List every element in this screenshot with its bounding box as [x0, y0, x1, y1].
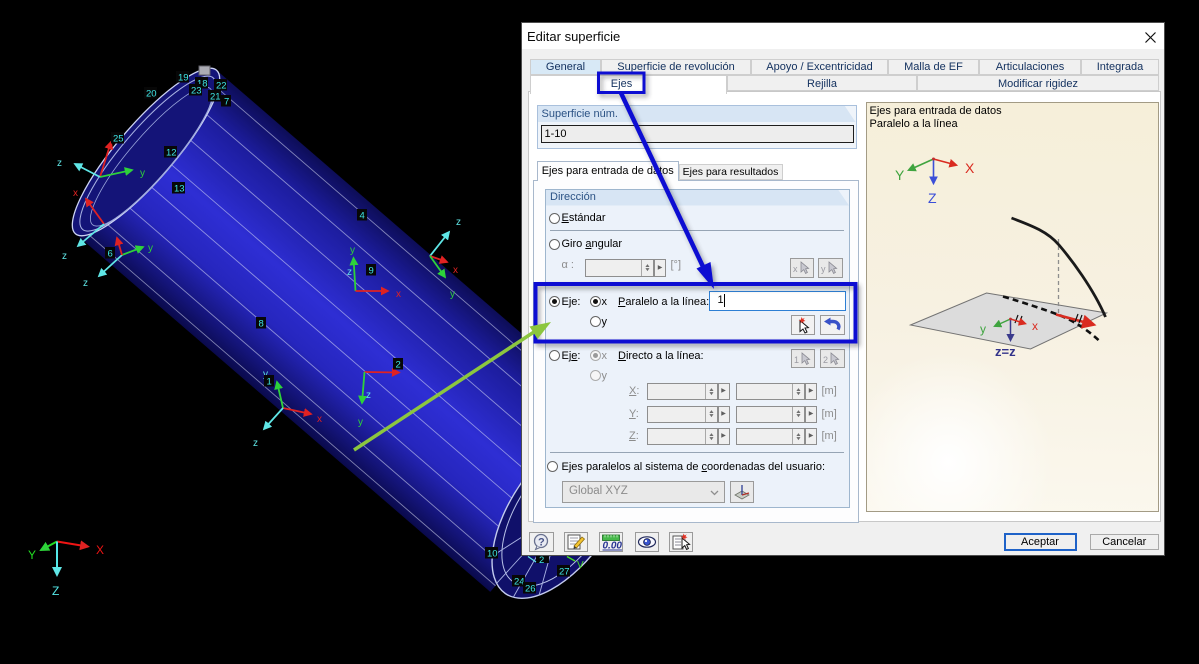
svg-text:20: 20 — [146, 89, 157, 100]
svg-text:y: y — [148, 243, 153, 254]
svg-text:Y: Y — [895, 167, 905, 183]
svg-text:X: X — [96, 543, 104, 557]
svg-text:z: z — [253, 438, 258, 449]
svg-text:x: x — [396, 289, 401, 300]
svg-text:2: 2 — [539, 555, 544, 566]
svg-text:x: x — [793, 264, 798, 274]
svg-text:z: z — [456, 217, 461, 228]
svg-text:X: X — [965, 160, 975, 176]
svg-text:y: y — [358, 417, 363, 428]
svg-text:x: x — [73, 188, 78, 199]
svg-text:0.00: 0.00 — [603, 541, 623, 552]
svg-text:z=z: z=z — [995, 344, 1016, 359]
svg-text:2: 2 — [396, 360, 401, 371]
svg-text:4: 4 — [360, 211, 365, 222]
svg-text:z: z — [62, 251, 67, 262]
svg-text:12: 12 — [166, 148, 177, 159]
svg-text:10: 10 — [487, 549, 498, 560]
svg-text:Z: Z — [928, 190, 937, 206]
svg-text:7: 7 — [224, 97, 229, 108]
svg-text:z: z — [83, 278, 88, 289]
svg-text:y: y — [350, 245, 355, 256]
svg-text:x: x — [1032, 319, 1038, 333]
svg-text:z: z — [366, 390, 371, 401]
svg-text:25: 25 — [113, 134, 124, 145]
svg-text:x: x — [317, 414, 322, 425]
svg-text:z: z — [57, 158, 62, 169]
svg-text:19: 19 — [178, 73, 189, 84]
svg-text:Z: Z — [52, 584, 59, 598]
svg-text:9: 9 — [369, 266, 374, 277]
svg-text:22: 22 — [216, 81, 227, 92]
svg-text:24: 24 — [514, 577, 525, 588]
svg-text:x: x — [453, 265, 458, 276]
svg-text:23: 23 — [191, 86, 202, 97]
svg-text:6: 6 — [108, 249, 113, 260]
svg-text:Y: Y — [28, 548, 36, 562]
svg-text:y: y — [821, 264, 826, 274]
svg-text:z: z — [347, 267, 352, 278]
svg-text:13: 13 — [174, 184, 185, 195]
svg-text:y: y — [140, 168, 145, 179]
svg-text:1: 1 — [794, 355, 799, 365]
svg-text:2: 2 — [823, 355, 828, 365]
svg-text:y: y — [980, 322, 986, 336]
svg-text:8: 8 — [259, 319, 264, 330]
svg-text:y: y — [450, 289, 455, 300]
svg-text:27: 27 — [559, 567, 570, 578]
svg-text:1: 1 — [267, 377, 272, 388]
svg-text:?: ? — [538, 537, 545, 549]
svg-text:V: V — [577, 560, 584, 571]
svg-text:21: 21 — [210, 92, 221, 103]
svg-text:26: 26 — [525, 584, 536, 595]
